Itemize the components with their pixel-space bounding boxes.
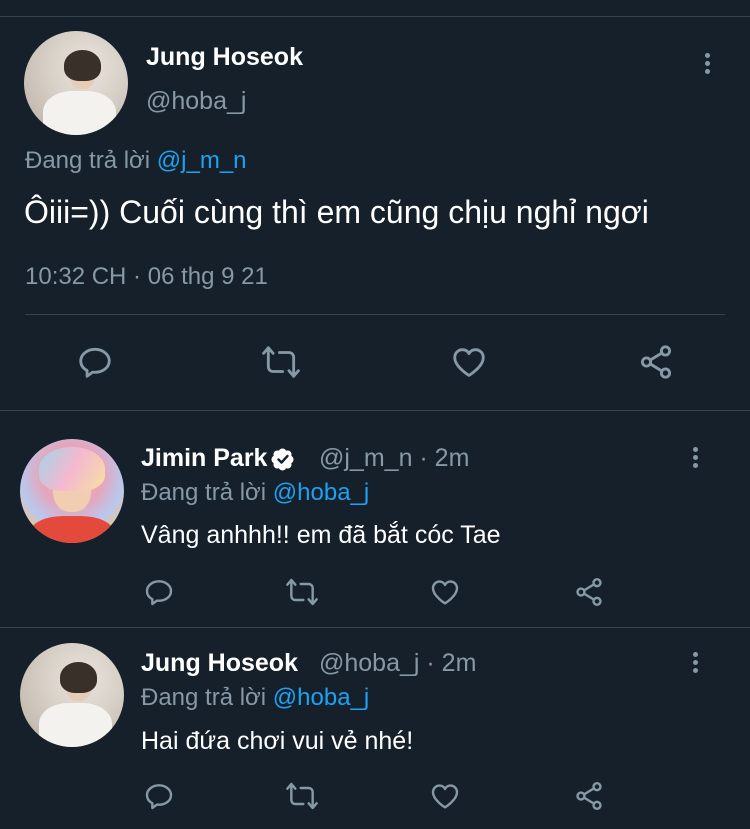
- avatar[interactable]: [20, 643, 124, 747]
- more-vertical-icon[interactable]: [693, 447, 699, 471]
- share-button[interactable]: [633, 341, 679, 383]
- like-button[interactable]: [446, 341, 492, 383]
- share-button[interactable]: [569, 573, 609, 611]
- author-name[interactable]: Jimin Park: [141, 444, 295, 473]
- share-icon: [576, 578, 602, 606]
- retweet-button[interactable]: [282, 777, 322, 815]
- like-button[interactable]: [425, 573, 465, 611]
- heart-icon: [431, 580, 459, 605]
- retweet-button[interactable]: [258, 341, 304, 383]
- replying-to: Đang trả lời @j_m_n: [25, 147, 247, 175]
- reply-tweet: Jimin Park @j_m_n · 2m Đang trả lời @hob…: [0, 411, 750, 627]
- author-handle[interactable]: @hoba_j: [146, 87, 246, 116]
- tweet-timestamp[interactable]: 10:32 CH · 06 thg 9 21: [25, 263, 268, 291]
- tweet-divider: [25, 314, 725, 315]
- author-name[interactable]: Jung Hoseok: [141, 649, 298, 678]
- reply-icon: [145, 784, 173, 810]
- avatar[interactable]: [24, 31, 128, 135]
- like-button[interactable]: [425, 777, 465, 815]
- reply-button[interactable]: [139, 573, 179, 611]
- reply-prefix: Đang trả lời: [25, 147, 151, 174]
- more-vertical-icon[interactable]: [693, 652, 699, 676]
- retweet-button[interactable]: [282, 573, 322, 611]
- avatar[interactable]: [20, 439, 124, 543]
- reply-mention-link[interactable]: @hoba_j: [273, 479, 369, 506]
- more-vertical-icon[interactable]: [705, 53, 711, 77]
- verified-badge-icon: [271, 448, 294, 471]
- reply-icon: [79, 347, 111, 378]
- reply-tweet: Jung Hoseok @hoba_j · 2m Đang trả lời @h…: [0, 628, 750, 829]
- reply-prefix: Đang trả lời: [141, 479, 267, 506]
- author-name[interactable]: Jung Hoseok: [146, 43, 303, 72]
- author-handle-time[interactable]: @hoba_j · 2m: [319, 649, 476, 678]
- author-handle-time[interactable]: @j_m_n · 2m: [319, 444, 469, 473]
- tweet-text: Ôiii=)) Cuối cùng thì em cũng chịu nghỉ …: [24, 194, 649, 230]
- reply-prefix: Đang trả lời: [141, 684, 267, 711]
- replying-to: Đang trả lời @hoba_j: [141, 684, 369, 712]
- reply-icon: [145, 580, 173, 606]
- share-button[interactable]: [569, 777, 609, 815]
- tweet-text: Hai đứa chơi vui vẻ nhé!: [141, 727, 414, 755]
- heart-icon: [453, 348, 485, 377]
- tweet-text: Vâng anhhh!! em đã bắt cóc Tae: [141, 521, 501, 549]
- reply-button[interactable]: [139, 777, 179, 815]
- retweet-icon: [286, 782, 318, 810]
- replying-to: Đang trả lời @hoba_j: [141, 479, 369, 507]
- share-icon: [576, 782, 602, 810]
- retweet-icon: [262, 346, 300, 378]
- share-icon: [640, 345, 672, 379]
- retweet-icon: [286, 578, 318, 606]
- author-name-text: Jimin Park: [141, 444, 268, 472]
- reply-mention-link[interactable]: @hoba_j: [273, 684, 369, 711]
- reply-button[interactable]: [72, 341, 118, 383]
- main-tweet: Jung Hoseok @hoba_j Đang trả lời @j_m_n …: [0, 17, 750, 411]
- heart-icon: [431, 784, 459, 809]
- reply-mention-link[interactable]: @j_m_n: [157, 147, 247, 174]
